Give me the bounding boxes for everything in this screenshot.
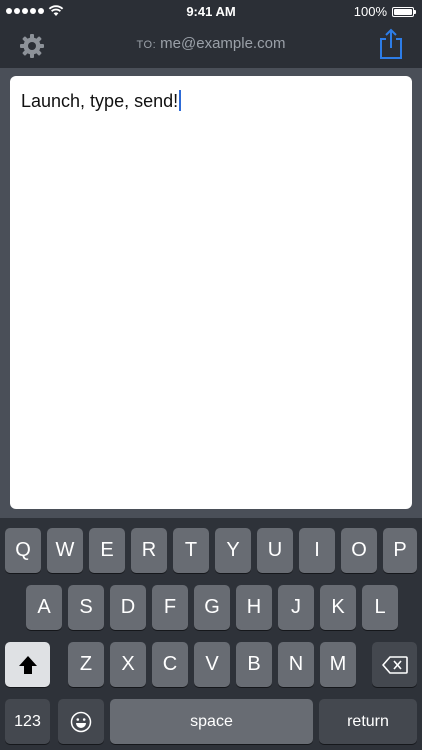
key-q[interactable]: Q	[5, 528, 41, 573]
key-j[interactable]: J	[278, 585, 314, 630]
key-f[interactable]: F	[152, 585, 188, 630]
key-u[interactable]: U	[257, 528, 293, 573]
key-x[interactable]: X	[110, 642, 146, 687]
nav-bar: TO: me@example.com	[0, 24, 422, 68]
key-n[interactable]: N	[278, 642, 314, 687]
return-key[interactable]: return	[319, 699, 417, 744]
key-r[interactable]: R	[131, 528, 167, 573]
key-t[interactable]: T	[173, 528, 209, 573]
key-y[interactable]: Y	[215, 528, 251, 573]
battery-status: 100%	[353, 4, 416, 19]
shift-key[interactable]	[5, 642, 50, 687]
key-m[interactable]: M	[320, 642, 356, 687]
recipient-address: me@example.com	[160, 35, 286, 52]
numbers-key[interactable]: 123	[5, 699, 50, 744]
text-caret	[179, 90, 182, 111]
battery-percent: 100%	[353, 4, 387, 19]
key-s[interactable]: S	[68, 585, 104, 630]
recipient-line[interactable]: TO: me@example.com	[0, 35, 422, 52]
key-h[interactable]: H	[236, 585, 272, 630]
space-key[interactable]: space	[110, 699, 313, 744]
key-v[interactable]: V	[194, 642, 230, 687]
key-g[interactable]: G	[194, 585, 230, 630]
key-d[interactable]: D	[110, 585, 146, 630]
delete-key[interactable]	[372, 642, 417, 687]
key-o[interactable]: O	[341, 528, 377, 573]
message-text: Launch, type, send!	[21, 90, 182, 112]
key-a[interactable]: A	[26, 585, 62, 630]
status-bar: 9:41 AM 100%	[0, 0, 422, 24]
emoji-key[interactable]	[58, 699, 104, 744]
to-label: TO:	[136, 39, 157, 51]
key-w[interactable]: W	[47, 528, 83, 573]
key-e[interactable]: E	[89, 528, 125, 573]
keyboard: Q W E R T Y U I O P A S D F G H J K L Z …	[0, 518, 422, 750]
battery-icon	[392, 6, 416, 17]
backspace-icon	[381, 655, 408, 674]
key-p[interactable]: P	[383, 528, 417, 573]
key-z[interactable]: Z	[68, 642, 104, 687]
key-k[interactable]: K	[320, 585, 356, 630]
emoji-icon	[70, 711, 92, 732]
key-c[interactable]: C	[152, 642, 188, 687]
key-b[interactable]: B	[236, 642, 272, 687]
shift-arrow-icon	[18, 655, 37, 674]
share-icon[interactable]	[378, 28, 404, 60]
key-i[interactable]: I	[299, 528, 335, 573]
key-l[interactable]: L	[362, 585, 398, 630]
editor-area: Launch, type, send!	[0, 68, 422, 518]
message-text-area[interactable]: Launch, type, send!	[10, 76, 412, 509]
